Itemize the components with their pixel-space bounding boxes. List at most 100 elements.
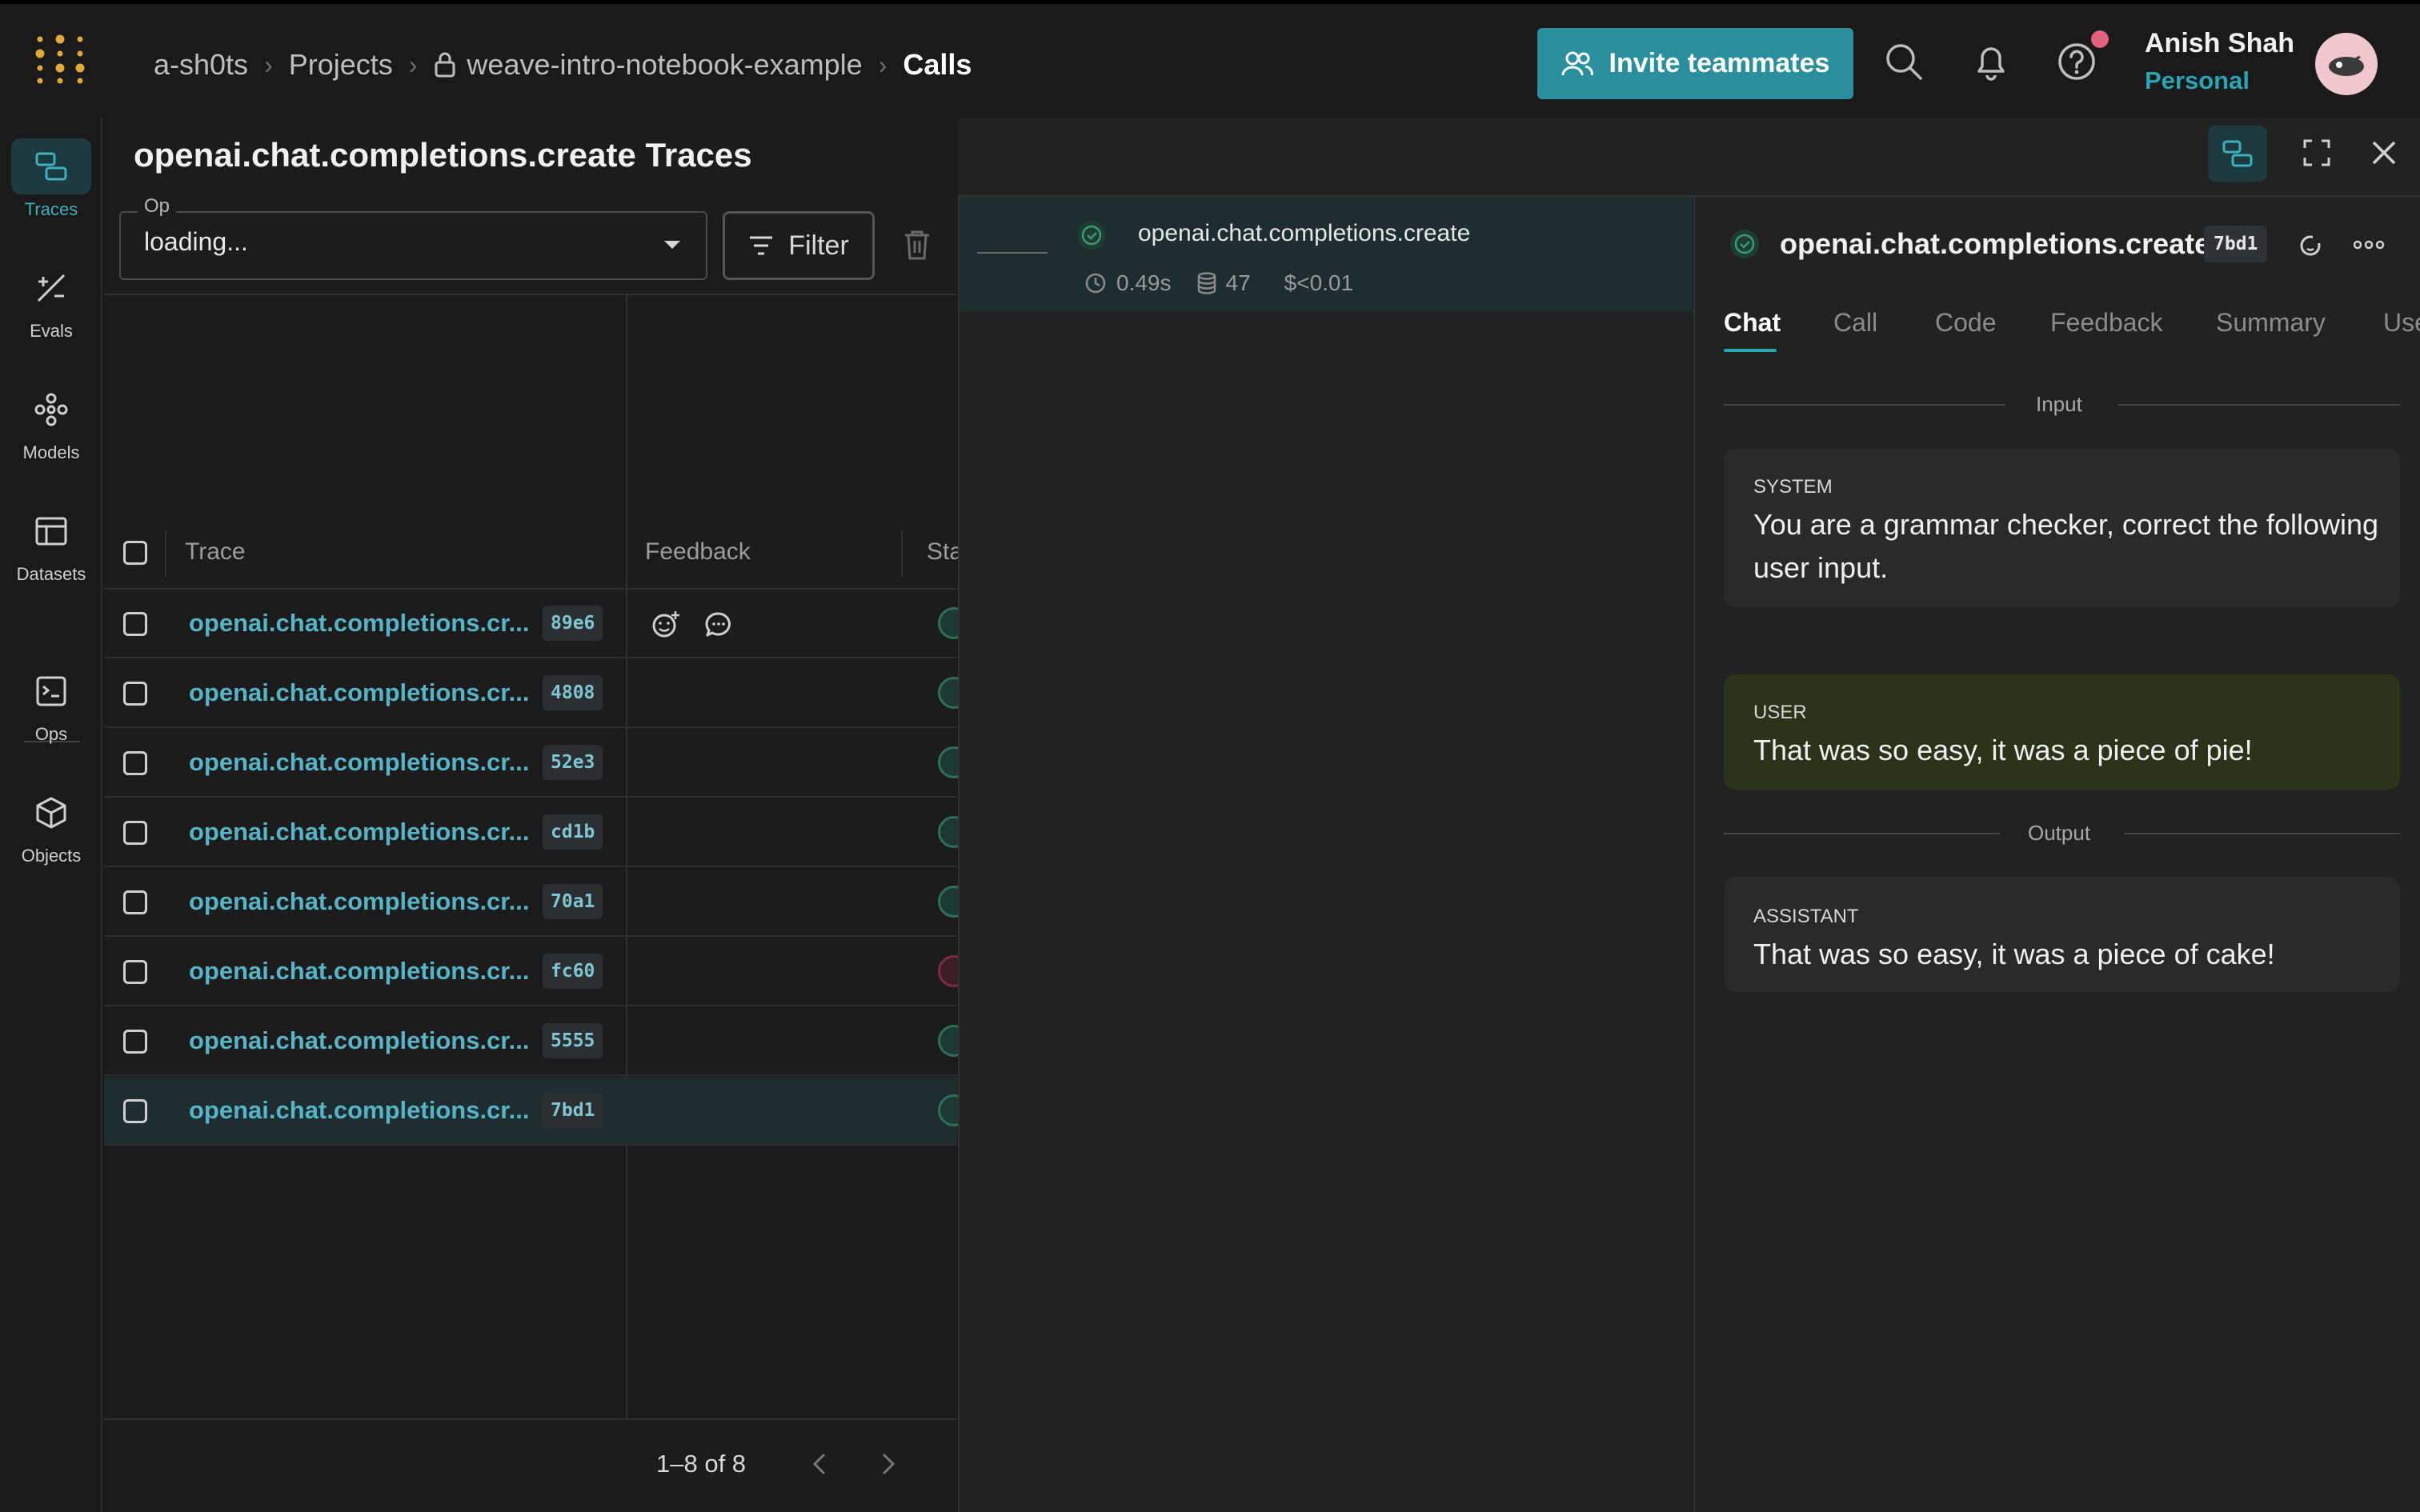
column-header-trace[interactable]: Trace	[185, 538, 246, 566]
page-title: openai.chat.completions.create Traces	[134, 136, 752, 174]
objects-icon	[11, 785, 91, 841]
row-trace-name[interactable]: openai.chat.completions.cr...	[189, 1026, 530, 1055]
row-trace-id: 4808	[543, 675, 603, 710]
tab-code[interactable]: Code	[1935, 308, 1997, 338]
models-icon	[11, 382, 91, 438]
avatar[interactable]	[2315, 33, 2378, 95]
row-checkbox[interactable]	[123, 960, 147, 984]
table-row-selected[interactable]: openai.chat.completions.cr... 7bd1	[104, 1077, 970, 1146]
trace-view-toggle-icon[interactable]	[2208, 126, 2267, 182]
table-row[interactable]: openai.chat.completions.cr... 5555	[104, 1007, 970, 1076]
tab-call[interactable]: Call	[1833, 308, 1877, 338]
call-id-badge[interactable]: 7bd1	[2204, 226, 2268, 262]
table-row[interactable]: openai.chat.completions.cr... 70a1	[104, 868, 970, 937]
row-trace-id: 52e3	[543, 745, 603, 780]
users-icon	[1561, 50, 1593, 78]
row-trace-name[interactable]: openai.chat.completions.cr...	[189, 678, 530, 707]
left-nav: Traces Evals Models Datasets Ops Objects	[0, 118, 102, 1512]
op-select-value: loading...	[144, 227, 248, 256]
datasets-icon	[11, 503, 91, 559]
fullscreen-icon[interactable]	[2302, 138, 2331, 167]
filter-icon	[748, 234, 774, 257]
top-bar: a-sh0ts › Projects › weave-intro-noteboo…	[0, 4, 2420, 118]
call-name: openai.chat.completions.create	[1780, 227, 2211, 260]
help-icon[interactable]	[2057, 42, 2097, 82]
wandb-logo-icon[interactable]	[32, 33, 88, 89]
row-trace-name[interactable]: openai.chat.completions.cr...	[189, 748, 530, 777]
more-options-icon[interactable]	[2353, 234, 2385, 256]
filter-button[interactable]: Filter	[723, 211, 875, 280]
add-note-icon[interactable]	[704, 610, 733, 639]
tree-connector	[977, 252, 1048, 254]
row-checkbox[interactable]	[123, 612, 147, 636]
breadcrumb-entity[interactable]: a-sh0ts	[154, 48, 248, 82]
row-trace-id: 70a1	[543, 884, 603, 919]
breadcrumb-projects[interactable]: Projects	[289, 48, 393, 82]
nav-ops[interactable]: Ops	[0, 663, 102, 759]
chevron-right-icon: ›	[408, 50, 418, 79]
message-role: SYSTEM	[1753, 476, 1833, 498]
row-trace-name[interactable]: openai.chat.completions.cr...	[189, 957, 530, 986]
drawer-toolbar	[958, 118, 2420, 197]
message-content-line-1: You are a grammar checker, correct the f…	[1753, 508, 2379, 541]
user-message: USER That was so easy, it was a piece of…	[1724, 674, 2400, 790]
close-icon[interactable]	[2370, 138, 2398, 167]
nav-evals[interactable]: Evals	[0, 260, 102, 356]
search-icon[interactable]	[1884, 42, 1924, 82]
row-checkbox[interactable]	[123, 682, 147, 706]
row-trace-id: 89e6	[543, 606, 603, 641]
row-checkbox[interactable]	[123, 821, 147, 845]
nav-traces[interactable]: Traces	[0, 138, 102, 234]
table-row[interactable]: openai.chat.completions.cr... 89e6	[104, 590, 970, 658]
tab-chat[interactable]: Chat	[1724, 308, 1781, 338]
notification-dot	[2091, 30, 2109, 48]
row-checkbox[interactable]	[123, 1030, 147, 1054]
breadcrumb-project[interactable]: weave-intro-notebook-example	[467, 48, 862, 82]
bell-icon[interactable]	[1971, 42, 2011, 82]
tab-feedback[interactable]: Feedback	[2050, 308, 2163, 338]
chevron-right-icon: ›	[878, 50, 887, 79]
nav-evals-label: Evals	[30, 321, 73, 341]
breadcrumb-current: Calls	[903, 48, 972, 81]
caret-down-icon[interactable]	[663, 238, 682, 251]
assistant-message: ASSISTANT That was so easy, it was a pie…	[1724, 877, 2400, 992]
user-entity[interactable]: Personal	[2145, 66, 2250, 95]
tab-summary[interactable]: Summary	[2216, 308, 2326, 338]
row-trace-name[interactable]: openai.chat.completions.cr...	[189, 1096, 530, 1125]
column-header-feedback[interactable]: Feedback	[645, 538, 751, 566]
row-checkbox[interactable]	[123, 1099, 147, 1123]
user-name[interactable]: Anish Shah	[2145, 28, 2294, 59]
row-trace-id: 7bd1	[543, 1093, 603, 1128]
add-reaction-icon[interactable]	[651, 610, 680, 639]
invite-label: Invite teammates	[1609, 48, 1830, 78]
trace-tokens: 47	[1225, 270, 1251, 295]
trace-node-name[interactable]: openai.chat.completions.create	[1138, 220, 1470, 247]
table-row[interactable]: openai.chat.completions.cr... 4808	[104, 659, 970, 728]
breadcrumb: a-sh0ts › Projects › weave-intro-noteboo…	[154, 42, 972, 87]
nav-objects[interactable]: Objects	[0, 785, 102, 881]
select-all-checkbox[interactable]	[123, 541, 147, 565]
next-page-icon[interactable]	[879, 1452, 898, 1476]
nav-datasets[interactable]: Datasets	[0, 503, 102, 599]
table-row[interactable]: openai.chat.completions.cr... 52e3	[104, 729, 970, 798]
message-role: ASSISTANT	[1753, 906, 1859, 927]
invite-teammates-button[interactable]: Invite teammates	[1537, 28, 1853, 99]
output-divider-left	[1724, 833, 2000, 834]
trash-icon[interactable]	[903, 229, 932, 261]
row-trace-id: 5555	[543, 1023, 603, 1058]
table-row[interactable]: openai.chat.completions.cr... cd1b	[104, 798, 970, 867]
pagination-count: 1–8 of 8	[656, 1450, 747, 1478]
nav-models[interactable]: Models	[0, 382, 102, 478]
row-checkbox[interactable]	[123, 751, 147, 775]
trace-tree-panel	[958, 118, 1693, 1512]
row-checkbox[interactable]	[123, 890, 147, 914]
tab-use[interactable]: Use	[2383, 308, 2420, 338]
nav-models-label: Models	[22, 442, 80, 462]
reaction-icon[interactable]	[2297, 230, 2326, 259]
prev-page-icon[interactable]	[810, 1452, 829, 1476]
row-trace-name[interactable]: openai.chat.completions.cr...	[189, 887, 530, 916]
row-trace-name[interactable]: openai.chat.completions.cr...	[189, 818, 530, 846]
row-trace-name[interactable]: openai.chat.completions.cr...	[189, 609, 530, 638]
table-row[interactable]: openai.chat.completions.cr... fc60	[104, 938, 970, 1006]
row-trace-id: cd1b	[543, 814, 603, 850]
